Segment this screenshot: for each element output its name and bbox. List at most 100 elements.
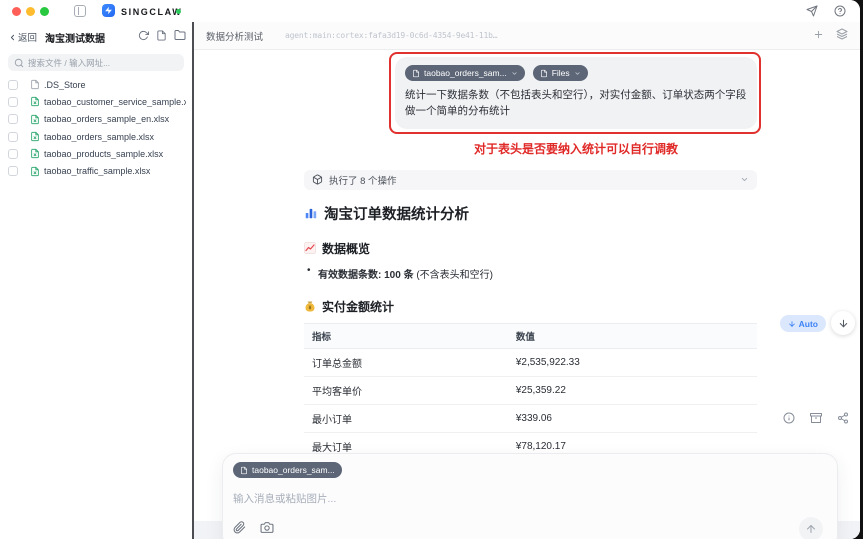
tool-operations-label: 执行了 8 个操作 [329,173,397,187]
new-tab-icon[interactable] [813,27,824,45]
table-row: 订单总金额 ¥2,535,922.33 [304,348,757,376]
value-cell: ¥2,535,922.33 [508,348,757,376]
file-icon [240,466,248,475]
table-row: 平均客单价 ¥25,359.22 [304,376,757,404]
window-close-button[interactable] [12,7,21,16]
excel-file-icon [30,166,40,177]
back-button[interactable]: 返回 [8,30,37,44]
search-input[interactable] [28,58,178,68]
attach-file-icon[interactable] [233,521,246,539]
file-name: .DS_Store [44,80,86,90]
excel-file-icon [30,114,40,125]
main-pane: 数据分析测试 agent:main:cortex:fafa3d19-0c6d-4… [194,22,860,539]
back-label: 返回 [18,30,37,44]
window-minimize-button[interactable] [26,7,35,16]
send-share-icon[interactable] [806,4,818,22]
message-composer[interactable]: taobao_orders_sam... 输入消息或粘贴图片... [222,453,838,539]
files-chip-label: Files [552,68,570,78]
new-file-icon[interactable] [156,28,167,46]
file-row[interactable]: taobao_orders_sample_en.xlsx [0,111,192,128]
bar-chart-icon [304,206,318,220]
table-row: 最小订单 ¥339.06 [304,404,757,432]
new-folder-icon[interactable] [174,28,186,46]
table-header-metric: 指标 [304,323,508,348]
file-checkbox[interactable] [8,114,18,124]
search-box [8,54,184,71]
table-header-value: 数值 [508,323,757,348]
arrow-down-icon [788,320,796,328]
excel-file-icon [30,148,40,159]
chevron-down-icon [511,70,518,77]
payment-heading: 实付金额统计 [322,298,394,315]
file-checkbox[interactable] [8,149,18,159]
auto-scroll-button[interactable]: Auto [780,315,826,332]
files-chip[interactable]: Files [533,65,588,81]
overview-bullet: 有效数据条数: 100 条 (不含表头和空行) [304,266,757,281]
file-name: taobao_traffic_sample.xlsx [44,166,150,176]
file-checkbox[interactable] [8,166,18,176]
info-icon[interactable] [779,408,798,427]
sidebar-title: 淘宝测试数据 [45,30,105,45]
chat-scroll-area[interactable]: taobao_orders_sam... Files 统计一下数据条数（不包括表… [194,50,860,539]
file-icon [412,69,420,78]
file-row[interactable]: taobao_customer_service_sample.x... [0,93,192,110]
window-zoom-button[interactable] [40,7,49,16]
table-header-row: 指标 数值 [304,323,757,348]
file-sidebar: 返回 淘宝测试数据 .DS_Store taobao_customer_ser [0,22,192,539]
file-row[interactable]: taobao_orders_sample.xlsx [0,128,192,145]
file-name: taobao_orders_sample_en.xlsx [44,114,169,124]
payment-stats-table: 指标 数值 订单总金额 ¥2,535,922.33 平均客单价 ¥25,359.… [304,323,757,461]
share-icon[interactable] [833,408,852,427]
metric-cell: 订单总金额 [304,348,508,376]
overview-heading: 数据概览 [322,240,370,257]
attachment-chip[interactable]: taobao_orders_sam... [405,65,525,81]
scroll-to-bottom-button[interactable] [831,311,855,335]
file-row[interactable]: taobao_products_sample.xlsx [0,145,192,162]
file-checkbox[interactable] [8,97,18,107]
user-message-bubble: taobao_orders_sam... Files 统计一下数据条数（不包括表… [395,57,757,129]
tool-operations-toggle[interactable]: 执行了 8 个操作 [304,170,757,190]
money-bag-icon: ¥ [304,300,316,313]
chevron-down-icon [574,70,581,77]
overview-value: 有效数据条数: 100 条 [318,270,414,281]
chevron-down-icon [740,175,749,184]
user-message-text: 统计一下数据条数（不包括表头和空行），对实付金额、订单状态两个字段做一个简单的分… [405,88,747,120]
file-icon [540,69,548,78]
send-button[interactable] [799,517,823,539]
file-list: .DS_Store taobao_customer_service_sample… [0,76,192,180]
camera-icon[interactable] [260,521,274,539]
overview-heading-row: 数据概览 [304,240,757,257]
tab-data-analysis[interactable]: 数据分析测试 [206,29,263,43]
file-name: taobao_orders_sample.xlsx [44,132,154,142]
auto-scroll-label: Auto [799,319,818,329]
sidebar-toggle-icon[interactable] [74,5,86,17]
help-icon[interactable] [834,4,846,22]
arrow-up-icon [805,523,817,535]
message-input[interactable]: 输入消息或粘贴图片... [233,491,827,506]
report-title: 淘宝订单数据统计分析 [324,203,469,224]
app-logo-icon [102,4,115,17]
file-icon [30,79,40,90]
overview-note: (不含表头和空行) [414,270,493,281]
report-title-row: 淘宝订单数据统计分析 [304,203,757,224]
file-row[interactable]: .DS_Store [0,76,192,93]
layers-icon[interactable] [836,27,848,45]
value-cell: ¥339.06 [508,404,757,432]
attachment-chip-label: taobao_orders_sam... [424,68,507,78]
trend-chart-icon [304,242,316,254]
tab-bar: 数据分析测试 agent:main:cortex:fafa3d19-0c6d-4… [194,22,860,50]
refresh-icon[interactable] [138,28,149,46]
composer-chip-label: taobao_orders_sam... [252,465,335,475]
file-name: taobao_products_sample.xlsx [44,149,163,159]
value-cell: ¥25,359.22 [508,376,757,404]
composer-attachment-chip[interactable]: taobao_orders_sam... [233,462,342,478]
payment-heading-row: ¥ 实付金额统计 [304,298,757,315]
file-checkbox[interactable] [8,132,18,142]
file-checkbox[interactable] [8,80,18,90]
annotation-text: 对于表头是否要纳入统计可以自行调教 [395,140,757,157]
svg-text:¥: ¥ [309,305,312,311]
file-row[interactable]: taobao_traffic_sample.xlsx [0,162,192,179]
agent-session-id: agent:main:cortex:fafa3d19-0c6d-4354-9e4… [285,31,497,40]
archive-icon[interactable] [806,408,825,427]
excel-file-icon [30,131,40,142]
